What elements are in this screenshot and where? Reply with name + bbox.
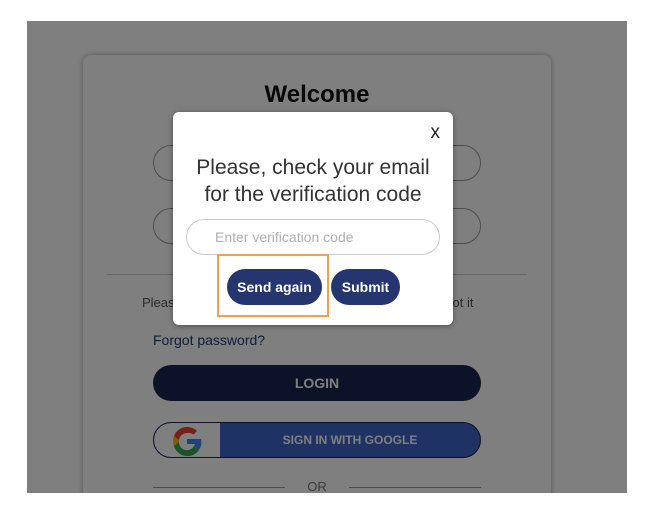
verification-modal: x Please, check your email for the verif… (173, 112, 453, 325)
modal-message: Please, check your email for the verific… (173, 154, 453, 208)
submit-button[interactable]: Submit (331, 269, 400, 305)
modal-message-line2: for the verification code (204, 183, 422, 206)
close-icon[interactable]: x (431, 122, 441, 144)
app-viewport: Welcome Pleas rgot it Forgot password? L… (27, 21, 627, 493)
modal-message-line1: Please, check your email (196, 156, 430, 179)
send-again-button[interactable]: Send again (227, 269, 322, 305)
verification-code-input[interactable] (186, 219, 440, 255)
